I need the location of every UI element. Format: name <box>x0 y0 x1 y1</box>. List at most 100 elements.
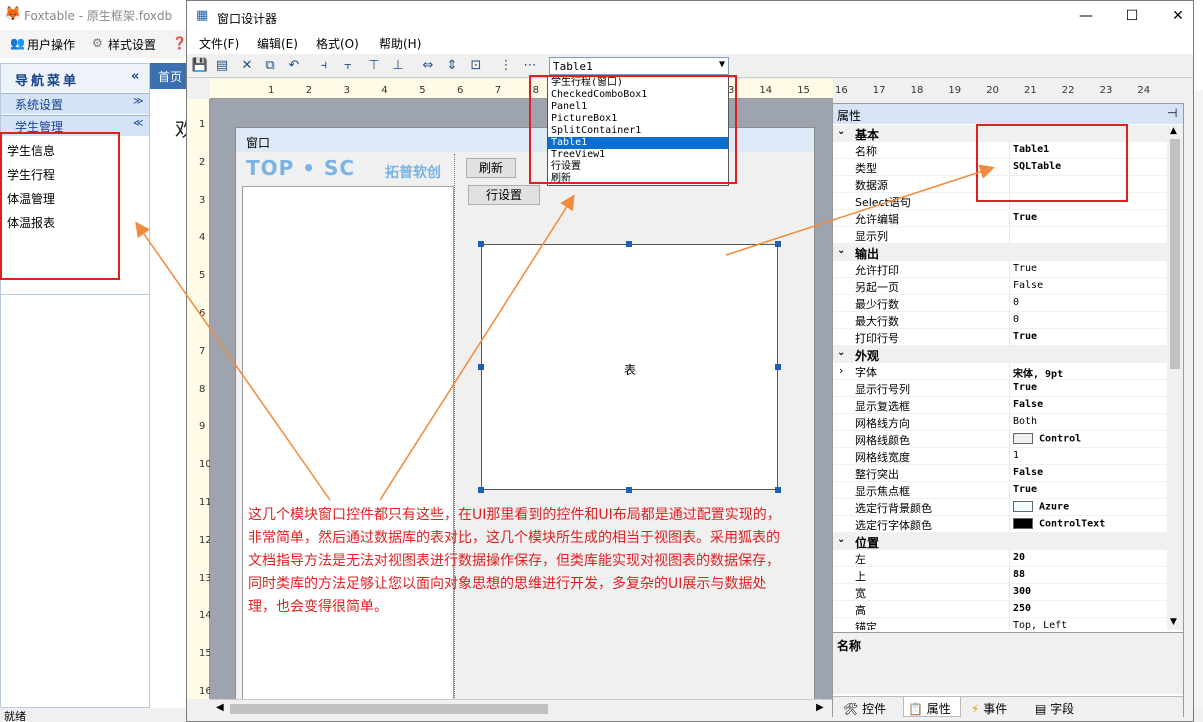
same-height-icon[interactable]: ⇕ <box>443 57 461 75</box>
scroll-up-icon[interactable]: ▲ <box>1170 126 1177 136</box>
save-icon[interactable]: 💾 <box>191 57 209 75</box>
property-row[interactable]: 左 20 <box>833 550 1167 567</box>
property-value[interactable]: 0 <box>1013 297 1019 308</box>
property-value[interactable]: 250 <box>1013 603 1031 614</box>
tab-events[interactable]: ⚡ 事件 <box>971 700 1007 717</box>
menu-help[interactable]: 帮助(H) <box>379 35 421 52</box>
property-row[interactable]: 允许编辑 True <box>833 210 1167 227</box>
property-row[interactable]: 允许打印 True <box>833 261 1167 278</box>
resize-handle[interactable] <box>775 487 781 493</box>
property-row[interactable]: 网格线方向 Both <box>833 414 1167 431</box>
help-icon[interactable]: ❓ <box>172 36 187 50</box>
resize-handle[interactable] <box>775 364 781 370</box>
property-value[interactable]: True <box>1013 212 1037 223</box>
property-category[interactable]: ⌄ 输出 <box>833 244 1167 261</box>
property-value[interactable]: True <box>1013 331 1037 342</box>
vertical-spacing-icon[interactable]: ⋮ <box>497 57 515 75</box>
property-value[interactable]: False <box>1013 280 1043 291</box>
resize-handle[interactable] <box>775 241 781 247</box>
control-selector-combo[interactable]: Table1 ▼ <box>549 57 729 75</box>
align-top-icon[interactable]: ⊤ <box>365 57 383 75</box>
property-row[interactable]: › 字体 宋体, 9pt <box>833 363 1167 380</box>
resize-handle[interactable] <box>626 241 632 247</box>
treeview[interactable] <box>242 186 454 699</box>
scroll-thumb[interactable] <box>230 704 548 714</box>
collapse-icon[interactable]: « <box>131 69 139 84</box>
menu-edit[interactable]: 编辑(E) <box>257 35 298 52</box>
property-value[interactable]: Azure <box>1013 501 1069 513</box>
save-all-icon[interactable]: ▤ <box>213 57 231 75</box>
property-value[interactable]: 宋体, 9pt <box>1013 365 1063 380</box>
resize-handle[interactable] <box>478 241 484 247</box>
copy-icon[interactable]: ⧉ <box>261 57 279 75</box>
property-row[interactable]: 网格线颜色 Control <box>833 431 1167 448</box>
property-row[interactable]: 显示焦点框 True <box>833 482 1167 499</box>
nav-group-system[interactable]: 系统设置 ≫ <box>1 93 149 114</box>
property-row[interactable]: 最少行数 0 <box>833 295 1167 312</box>
property-value[interactable]: 300 <box>1013 586 1031 597</box>
property-value[interactable]: Top, Left <box>1013 620 1067 630</box>
minimize-button[interactable]: — <box>1063 5 1109 27</box>
property-row[interactable]: 选定行字体颜色 ControlText <box>833 516 1167 533</box>
property-value[interactable]: True <box>1013 382 1037 393</box>
property-value[interactable]: 20 <box>1013 552 1025 563</box>
property-value[interactable]: 0 <box>1013 314 1019 325</box>
canvas-horizontal-scrollbar[interactable]: ◀ ▶ <box>210 699 833 717</box>
property-grid-scrollbar[interactable]: ▲ ▼ <box>1167 125 1183 630</box>
tab-controls[interactable]: 🛠 控件 <box>843 700 886 717</box>
scroll-thumb[interactable] <box>1170 139 1180 369</box>
row-settings-button[interactable]: 行设置 <box>468 185 540 205</box>
refresh-button[interactable]: 刷新 <box>466 158 516 178</box>
menu-format[interactable]: 格式(O) <box>316 35 359 52</box>
maximize-button[interactable]: ☐ <box>1109 5 1155 27</box>
property-row[interactable]: 整行突出 False <box>833 465 1167 482</box>
collapse-icon[interactable]: ⌄ <box>837 126 845 137</box>
property-row[interactable]: 另起一页 False <box>833 278 1167 295</box>
tab-properties[interactable]: 📋 属性 <box>903 697 961 717</box>
resize-handle[interactable] <box>478 487 484 493</box>
property-row[interactable]: 选定行背景颜色 Azure <box>833 499 1167 516</box>
property-value[interactable]: True <box>1013 484 1037 495</box>
same-width-icon[interactable]: ⇔ <box>419 57 437 75</box>
expand-icon[interactable]: › <box>839 364 843 377</box>
align-bottom-icon[interactable]: ⊥ <box>389 57 407 75</box>
align-right-icon[interactable]: ⫟ <box>339 57 357 75</box>
menu-file[interactable]: 文件(F) <box>199 35 239 52</box>
property-row[interactable]: 显示列 <box>833 227 1167 244</box>
property-row[interactable]: 打印行号 True <box>833 329 1167 346</box>
collapse-icon[interactable]: ⌄ <box>837 534 845 545</box>
collapse-icon[interactable]: ⌄ <box>837 347 845 358</box>
scroll-down-icon[interactable]: ▼ <box>1170 617 1177 627</box>
close-button[interactable]: ✕ <box>1155 5 1201 27</box>
resize-handle[interactable] <box>478 364 484 370</box>
user-ops-button[interactable]: 用户操作 <box>27 36 75 53</box>
property-value[interactable]: 88 <box>1013 569 1025 580</box>
property-category[interactable]: ⌄ 外观 <box>833 346 1167 363</box>
same-size-icon[interactable]: ⊡ <box>467 57 485 75</box>
property-row[interactable]: 高 250 <box>833 601 1167 618</box>
property-row[interactable]: 显示复选框 False <box>833 397 1167 414</box>
property-value[interactable]: False <box>1013 399 1043 410</box>
pin-icon[interactable]: ⊣ <box>1167 106 1177 120</box>
style-settings-button[interactable]: 样式设置 <box>108 36 156 53</box>
property-value[interactable]: ControlText <box>1013 518 1105 530</box>
property-category[interactable]: ⌄ 位置 <box>833 533 1167 550</box>
property-value[interactable]: Both <box>1013 416 1037 427</box>
property-row[interactable]: 最大行数 0 <box>833 312 1167 329</box>
property-value[interactable]: False <box>1013 467 1043 478</box>
property-row[interactable]: 上 88 <box>833 567 1167 584</box>
delete-icon[interactable]: ✕ <box>238 57 256 75</box>
property-value[interactable]: True <box>1013 263 1037 274</box>
property-value[interactable]: Control <box>1013 433 1081 445</box>
property-value[interactable]: 1 <box>1013 450 1019 461</box>
undo-icon[interactable]: ↶ <box>285 57 303 75</box>
collapse-icon[interactable]: ⌄ <box>837 245 845 256</box>
horizontal-spacing-icon[interactable]: ⋯ <box>521 57 539 75</box>
property-row[interactable]: 锚定 Top, Left <box>833 618 1167 630</box>
align-left-icon[interactable]: ⫞ <box>315 57 333 75</box>
property-row[interactable]: 宽 300 <box>833 584 1167 601</box>
table1-control[interactable]: 表 <box>481 244 778 490</box>
resize-handle[interactable] <box>626 487 632 493</box>
property-row[interactable]: 网格线宽度 1 <box>833 448 1167 465</box>
tab-home[interactable]: 首页 <box>150 63 190 89</box>
